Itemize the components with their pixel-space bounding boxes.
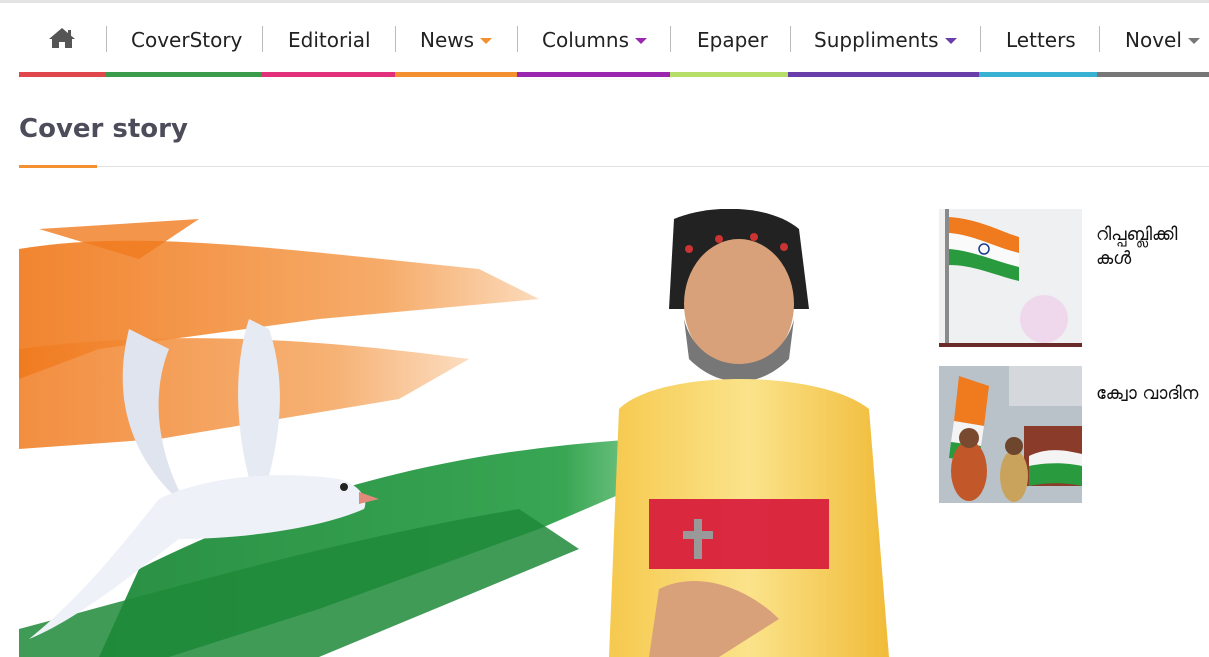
nav-item-novel[interactable]: Novel (1125, 14, 1200, 66)
section-title: Cover story (19, 114, 188, 144)
nav-color-bar (979, 72, 1097, 77)
section-accent-underline (19, 165, 97, 168)
nav-color-bar (105, 72, 262, 77)
section-divider (19, 166, 1209, 167)
nav-color-bar (788, 72, 979, 77)
nav-color-bar (670, 72, 788, 77)
list-item[interactable]: ക്വോ വാദിന (939, 366, 1209, 503)
nav-separator (262, 26, 263, 52)
chevron-down-icon (944, 38, 957, 44)
nav-item-suppliments[interactable]: Suppliments (814, 14, 957, 66)
nav-color-bar (1097, 72, 1209, 77)
list-item[interactable]: റിപ്പബ്ലിക്കി കൾ (939, 209, 1209, 347)
chevron-down-icon (480, 38, 493, 44)
thumbnail-image (939, 209, 1082, 347)
chevron-down-icon (635, 38, 648, 44)
nav-item-epaper[interactable]: Epaper (697, 14, 768, 66)
nav-item-letters[interactable]: Letters (1006, 14, 1076, 66)
list-item-title: റിപ്പബ്ലിക്കി കൾ (1096, 224, 1178, 269)
nav-separator (670, 26, 671, 52)
top-border (0, 0, 1209, 3)
crowd-flags-thumb (939, 366, 1082, 503)
nav-color-bar (395, 72, 517, 77)
nav-item-columns[interactable]: Columns (542, 14, 648, 66)
main-nav: CoverStory Editorial News Columns Epaper… (0, 14, 1209, 66)
nav-item-coverstory[interactable]: CoverStory (131, 14, 242, 66)
nav-separator (395, 26, 396, 52)
home-icon[interactable] (47, 27, 77, 49)
chevron-down-icon (1187, 38, 1200, 44)
hero-image[interactable] (19, 209, 890, 657)
nav-color-bar (517, 72, 670, 77)
indian-flag-thumb (939, 209, 1082, 347)
nav-separator (980, 26, 981, 52)
nav-separator (790, 26, 791, 52)
hero-illustration (19, 209, 889, 657)
nav-color-bar (262, 72, 395, 77)
nav-item-editorial[interactable]: Editorial (288, 14, 371, 66)
list-item-title: ക്വോ വാദിന (1096, 383, 1199, 404)
nav-separator (1099, 26, 1100, 52)
thumbnail-image (939, 366, 1082, 503)
bishop-figure (609, 209, 889, 657)
nav-separator (106, 26, 107, 52)
nav-color-bar (19, 72, 105, 77)
nav-separator (517, 26, 518, 52)
nav-item-news[interactable]: News (420, 14, 493, 66)
